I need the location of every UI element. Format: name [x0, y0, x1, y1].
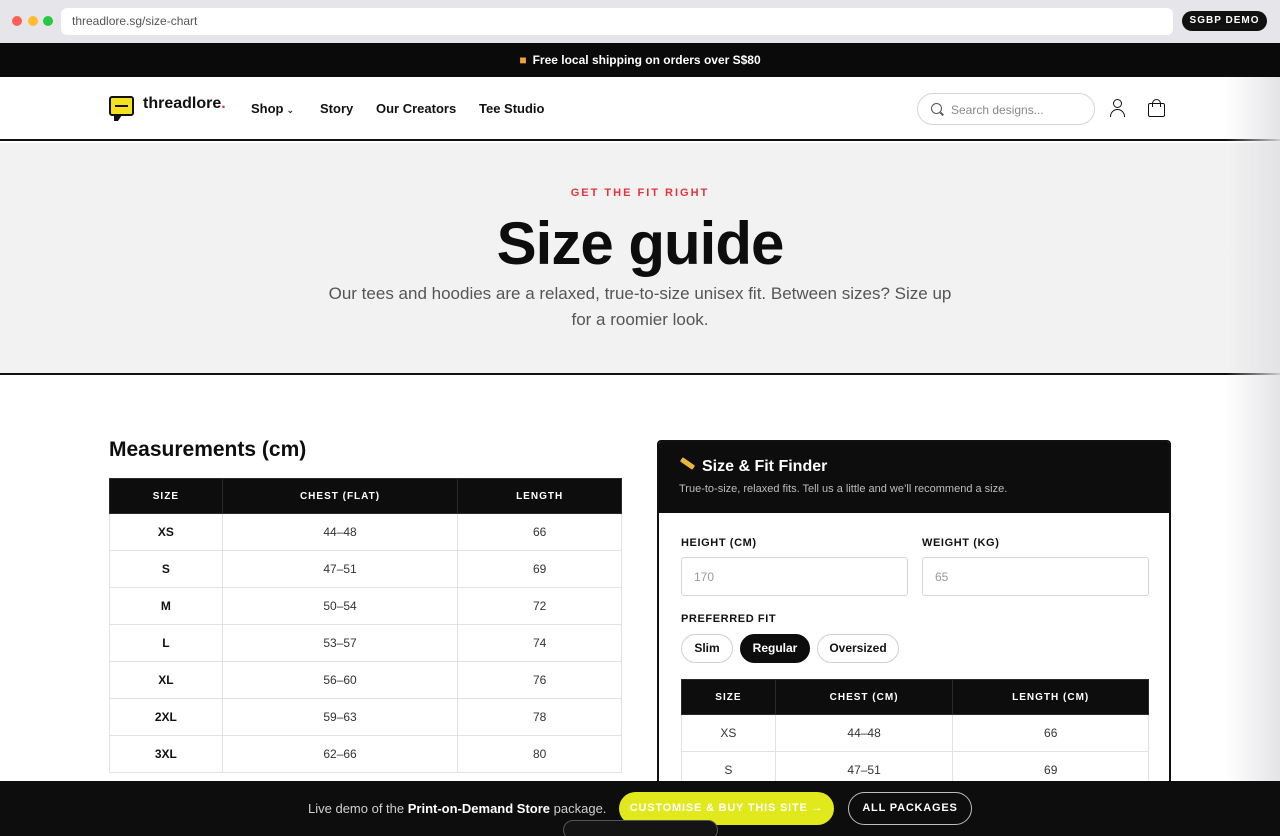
height-input[interactable] — [681, 557, 908, 596]
cart-icon[interactable] — [1148, 99, 1165, 117]
length-cell: 72 — [457, 587, 622, 625]
finder-subtitle: True-to-size, relaxed fits. Tell us a li… — [679, 483, 1008, 495]
chest-cell: 44–48 — [221, 513, 459, 551]
table-row: XS 44–48 66 — [681, 714, 1149, 752]
length-cell: 78 — [457, 698, 622, 736]
size-cell: XL — [109, 661, 223, 699]
all-packages-button[interactable]: ALL PACKAGES — [848, 792, 972, 825]
demo-package-text: Live demo of the Print-on-Demand Store p… — [308, 801, 607, 816]
column-header: LENGTH — [457, 478, 622, 514]
chest-cell: 44–48 — [774, 714, 954, 752]
weight-label: WEIGHT (KG) — [922, 537, 1000, 549]
column-header: CHEST (CM) — [774, 679, 954, 715]
size-cell: S — [109, 550, 223, 588]
maximize-window-icon[interactable] — [43, 16, 53, 26]
measurements-title: Measurements (cm) — [109, 438, 307, 461]
demo-badge: SGBP DEMO — [1182, 11, 1267, 31]
nav-story[interactable]: Story — [320, 101, 353, 116]
length-cell: 76 — [457, 661, 622, 699]
column-header: SIZE — [109, 478, 223, 514]
height-label: HEIGHT (CM) — [681, 537, 757, 549]
length-cell: 66 — [952, 714, 1149, 752]
finder-title: Size & Fit Finder — [702, 458, 828, 475]
table-row: XS 44–48 66 — [109, 513, 622, 551]
chevron-down-icon: ⌄ — [286, 105, 295, 115]
chest-cell: 62–66 — [221, 735, 459, 773]
announcement-bar: ■ Free local shipping on orders over S$80 — [0, 43, 1280, 77]
demo-bottom-bar: Live demo of the Print-on-Demand Store p… — [0, 781, 1280, 836]
preferred-fit-label: PREFERRED FIT — [681, 613, 777, 625]
address-bar[interactable]: threadlore.sg/size-chart — [61, 8, 1173, 35]
search-input[interactable] — [951, 100, 1086, 120]
logo[interactable]: threadlore. — [143, 95, 226, 113]
logo-icon[interactable] — [109, 96, 134, 121]
nav-tee-studio[interactable]: Tee Studio — [479, 101, 544, 116]
announcement-text: Free local shipping on orders over S$80 — [532, 53, 761, 67]
table-row: 2XL 59–63 78 — [109, 698, 622, 736]
finder-size-table: SIZE CHEST (CM) LENGTH (CM) XS 44–48 66 S4… — [681, 679, 1149, 789]
table-row: XL 56–60 76 — [109, 661, 622, 699]
chest-cell: 56–60 — [221, 661, 459, 699]
size-fit-finder: Size & Fit Finder True-to-size, relaxed … — [657, 440, 1171, 800]
length-cell: 74 — [457, 624, 622, 662]
fit-option-oversized[interactable]: Oversized — [817, 634, 899, 663]
account-icon[interactable] — [1109, 99, 1127, 119]
chest-cell: 50–54 — [221, 587, 459, 625]
search-icon — [931, 103, 942, 114]
size-cell: L — [109, 624, 223, 662]
size-cell: M — [109, 587, 223, 625]
chest-cell: 53–57 — [221, 624, 459, 662]
size-cell: XS — [681, 714, 776, 752]
length-cell: 69 — [457, 550, 622, 588]
minimize-window-icon[interactable] — [28, 16, 38, 26]
length-cell: 66 — [457, 513, 622, 551]
fit-option-slim[interactable]: Slim — [681, 634, 733, 663]
column-header: CHEST (FLAT) — [221, 478, 459, 514]
nav-our-creators[interactable]: Our Creators — [376, 101, 456, 116]
chest-cell: 59–63 — [221, 698, 459, 736]
table-row: S 47–51 69 — [109, 550, 622, 588]
size-cell: 3XL — [109, 735, 223, 773]
table-row: M 50–54 72 — [109, 587, 622, 625]
hero-section: GET THE FIT RIGHT Size guide Our tees an… — [0, 143, 1280, 375]
ruler-icon — [679, 457, 696, 470]
hero-eyebrow: GET THE FIT RIGHT — [570, 187, 710, 199]
size-cell: 2XL — [109, 698, 223, 736]
browser-chrome: threadlore.sg/size-chart SGBP DEMO — [0, 0, 1280, 43]
site-header: threadlore. Shop ⌄ Story Our Creators Tee… — [0, 77, 1280, 141]
nav-shop[interactable]: Shop ⌄ — [251, 101, 294, 116]
table-row: L 53–57 74 — [109, 624, 622, 662]
nav-shop-label: Shop — [251, 101, 284, 116]
table-row: 3XL 62–66 80 — [109, 735, 622, 773]
column-header: LENGTH (CM) — [952, 679, 1149, 715]
page-title: Size guide — [496, 210, 785, 277]
close-window-icon[interactable] — [12, 16, 22, 26]
column-header: SIZE — [681, 679, 776, 715]
search-box[interactable] — [917, 93, 1095, 125]
size-cell: XS — [109, 513, 223, 551]
table-header-row: SIZE CHEST (FLAT) LENGTH — [109, 478, 622, 514]
measurements-table: SIZE CHEST (FLAT) LENGTH XS 44–48 66 S 47–5… — [109, 478, 622, 773]
fit-option-regular[interactable]: Regular — [740, 634, 810, 663]
toolbar-dock[interactable] — [563, 820, 718, 836]
hero-subtitle: Our tees and hoodies are a relaxed, true… — [328, 284, 952, 329]
table-header-row: SIZE CHEST (CM) LENGTH (CM) — [681, 679, 1149, 715]
weight-input[interactable] — [922, 557, 1149, 596]
truck-icon: ■ — [519, 53, 527, 67]
chest-cell: 47–51 — [221, 550, 459, 588]
length-cell: 80 — [457, 735, 622, 773]
finder-header: Size & Fit Finder True-to-size, relaxed … — [659, 442, 1169, 513]
